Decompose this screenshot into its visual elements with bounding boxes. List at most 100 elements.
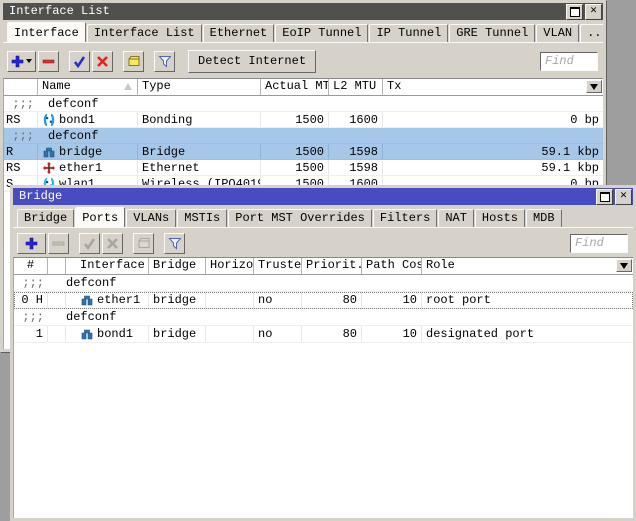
column-horizon[interactable]: Horizon bbox=[206, 258, 254, 274]
column-trusted[interactable]: Trusted bbox=[254, 258, 302, 274]
comment-text: defconf bbox=[44, 96, 603, 111]
comment-icon bbox=[127, 55, 141, 68]
tab-mstis[interactable]: MSTIs bbox=[177, 209, 227, 227]
disable-port-button-disabled[interactable] bbox=[102, 233, 123, 254]
row-number: 1 bbox=[14, 326, 48, 342]
column-name[interactable]: Name bbox=[38, 79, 138, 95]
tab-ip-tunnel[interactable]: IP Tunnel bbox=[369, 24, 448, 42]
tab-mdb[interactable]: MDB bbox=[526, 209, 562, 227]
bridge-window: Bridge ✕ Bridge Ports VLANs MSTIs Port M… bbox=[10, 185, 636, 521]
comment-text: defconf bbox=[62, 275, 633, 291]
column-priority[interactable]: Priorit... bbox=[302, 258, 362, 274]
column-role[interactable]: Role bbox=[422, 258, 633, 274]
row-path-cost: 10 bbox=[362, 292, 422, 308]
tab-interface-list[interactable]: Interface List bbox=[87, 24, 202, 42]
find-input[interactable]: Find bbox=[540, 52, 598, 71]
tab-gre-tunnel[interactable]: GRE Tunnel bbox=[449, 24, 535, 42]
chevron-down-icon bbox=[620, 263, 628, 269]
bridge-port-row-ether1[interactable]: 0 H ether1 bridge no 80 10 root port bbox=[14, 292, 633, 309]
comment-button-disabled[interactable] bbox=[133, 233, 154, 254]
interface-list-window-title: Interface List bbox=[9, 3, 564, 20]
tab-more[interactable]: ... bbox=[580, 24, 603, 42]
row-trusted: no bbox=[254, 292, 302, 308]
minus-icon bbox=[52, 237, 65, 250]
add-port-button[interactable] bbox=[17, 233, 46, 254]
tab-hosts[interactable]: Hosts bbox=[475, 209, 525, 227]
bridge-port-row-bond1[interactable]: 1 bond1 bridge no 80 10 designated port bbox=[14, 326, 633, 343]
remove-button[interactable] bbox=[38, 51, 59, 72]
column-number[interactable]: # bbox=[14, 258, 48, 274]
table-row-bridge[interactable]: R bridge Bridge 1500 1598 59.1 kbp bbox=[4, 144, 603, 160]
tab-eoip-tunnel[interactable]: EoIP Tunnel bbox=[275, 24, 368, 42]
comment-button[interactable] bbox=[123, 51, 144, 72]
interface-list-toolbar: Detect Internet Find bbox=[3, 43, 603, 79]
column-selector-button[interactable] bbox=[616, 259, 632, 272]
bridge-titlebar[interactable]: Bridge ✕ bbox=[13, 188, 633, 205]
plus-icon bbox=[25, 237, 38, 250]
column-flags[interactable] bbox=[4, 79, 38, 95]
row-trusted: no bbox=[254, 326, 302, 342]
tab-port-mst-overrides[interactable]: Port MST Overrides bbox=[228, 209, 372, 227]
enable-button[interactable] bbox=[69, 51, 90, 72]
row-type: Bridge bbox=[138, 144, 261, 159]
bridge-ports-table: # Interface Bridge Horizon Trusted Prior… bbox=[13, 257, 633, 518]
tab-filters[interactable]: Filters bbox=[373, 209, 437, 227]
column-actual-mtu[interactable]: Actual MTU bbox=[261, 79, 329, 95]
disable-button[interactable] bbox=[92, 51, 113, 72]
sort-ascending-icon bbox=[124, 83, 132, 90]
maximize-button[interactable] bbox=[566, 4, 583, 20]
tab-vlan[interactable]: VLAN bbox=[536, 24, 579, 42]
column-l2-mtu[interactable]: L2 MTU bbox=[329, 79, 383, 95]
row-horizon bbox=[206, 292, 254, 308]
row-tx: 0 bp bbox=[383, 112, 603, 127]
comment-row[interactable]: ;;; defconf bbox=[14, 275, 633, 292]
row-tx: 59.1 kbp bbox=[383, 160, 603, 175]
table-row-bond1[interactable]: RS bond1 Bonding 1500 1600 0 bp bbox=[4, 112, 603, 128]
comment-icon bbox=[137, 237, 151, 250]
column-interface[interactable]: Interface bbox=[66, 258, 149, 274]
interface-list-titlebar[interactable]: Interface List ✕ bbox=[3, 3, 603, 20]
tab-nat[interactable]: NAT bbox=[438, 209, 474, 227]
column-tx[interactable]: Tx bbox=[383, 79, 603, 95]
column-selector-button[interactable] bbox=[586, 80, 602, 93]
detect-internet-button[interactable]: Detect Internet bbox=[188, 50, 316, 73]
comment-marker: ;;; bbox=[14, 309, 48, 325]
row-spacer bbox=[48, 326, 66, 342]
comment-row[interactable]: ;;; defconf bbox=[4, 128, 603, 144]
minus-icon bbox=[42, 55, 55, 68]
tab-ethernet[interactable]: Ethernet bbox=[203, 24, 275, 42]
close-button[interactable]: ✕ bbox=[615, 189, 632, 205]
comment-marker: ;;; bbox=[14, 275, 48, 291]
comment-row[interactable]: ;;; defconf bbox=[14, 309, 633, 326]
check-icon bbox=[83, 237, 96, 250]
column-type[interactable]: Type bbox=[138, 79, 261, 95]
row-l2-mtu: 1598 bbox=[329, 144, 383, 159]
row-role: designated port bbox=[422, 326, 633, 342]
row-actual-mtu: 1500 bbox=[261, 112, 329, 127]
remove-port-button-disabled[interactable] bbox=[48, 233, 69, 254]
chevron-down-icon bbox=[590, 84, 598, 90]
add-button[interactable] bbox=[7, 51, 36, 72]
bridge-window-title: Bridge bbox=[19, 188, 594, 205]
enable-port-button-disabled[interactable] bbox=[79, 233, 100, 254]
plus-icon bbox=[11, 55, 24, 68]
tab-vlans[interactable]: VLANs bbox=[126, 209, 176, 227]
tab-bridge[interactable]: Bridge bbox=[17, 209, 74, 227]
maximize-icon bbox=[600, 192, 610, 202]
find-input[interactable]: Find bbox=[570, 234, 628, 253]
column-path-cost[interactable]: Path Cost bbox=[362, 258, 422, 274]
comment-row[interactable]: ;;; defconf bbox=[4, 96, 603, 112]
tab-ports[interactable]: Ports bbox=[75, 207, 125, 228]
filter-icon bbox=[168, 237, 182, 250]
filter-button[interactable] bbox=[154, 51, 175, 72]
maximize-button[interactable] bbox=[596, 189, 613, 205]
filter-button[interactable] bbox=[164, 233, 185, 254]
close-icon: ✕ bbox=[620, 191, 627, 202]
column-icon[interactable] bbox=[48, 258, 66, 274]
close-button[interactable]: ✕ bbox=[585, 4, 602, 20]
row-interface: ether1 bbox=[66, 292, 149, 308]
table-row-ether1[interactable]: RS ether1 Ethernet 1500 1598 59.1 kbp bbox=[4, 160, 603, 176]
interface-list-tabstrip: Interface Interface List Ethernet EoIP T… bbox=[3, 20, 603, 43]
tab-interface[interactable]: Interface bbox=[7, 22, 86, 43]
column-bridge[interactable]: Bridge bbox=[149, 258, 206, 274]
